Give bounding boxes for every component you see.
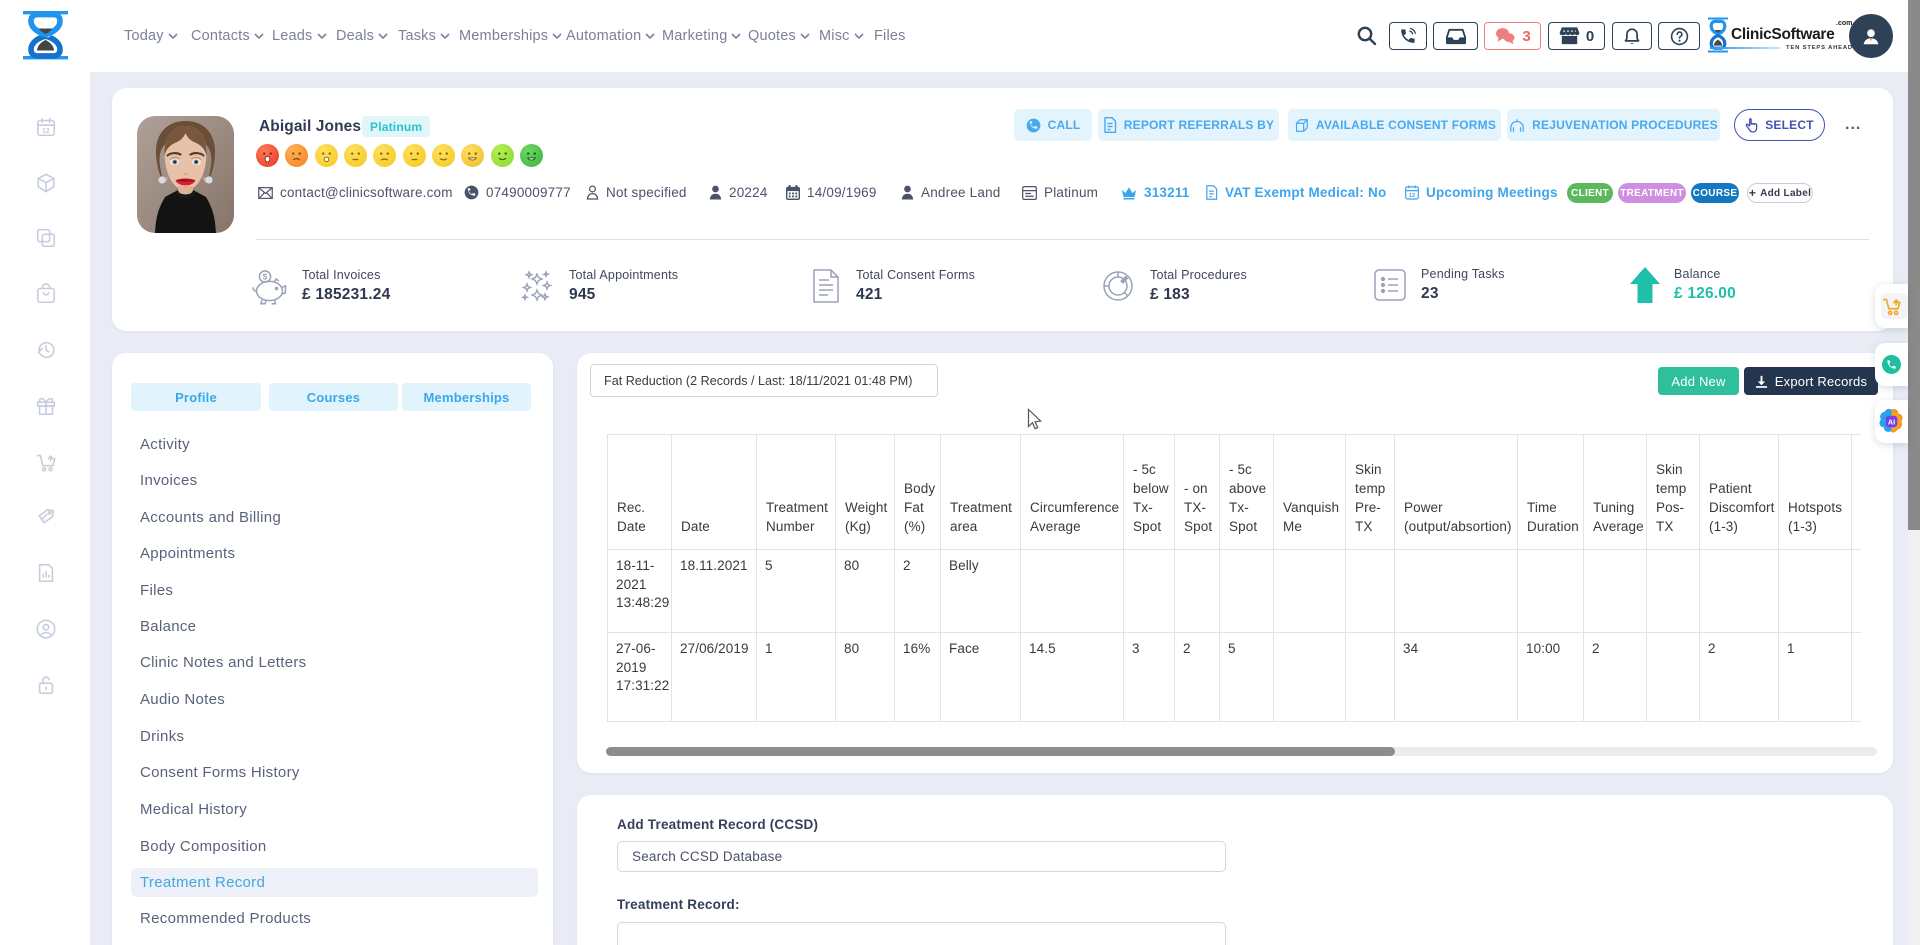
svg-text:AI: AI: [1888, 418, 1895, 427]
svg-text:12: 12: [42, 128, 50, 135]
svg-text:12: 12: [1409, 193, 1416, 199]
svg-text:$: $: [263, 273, 268, 282]
